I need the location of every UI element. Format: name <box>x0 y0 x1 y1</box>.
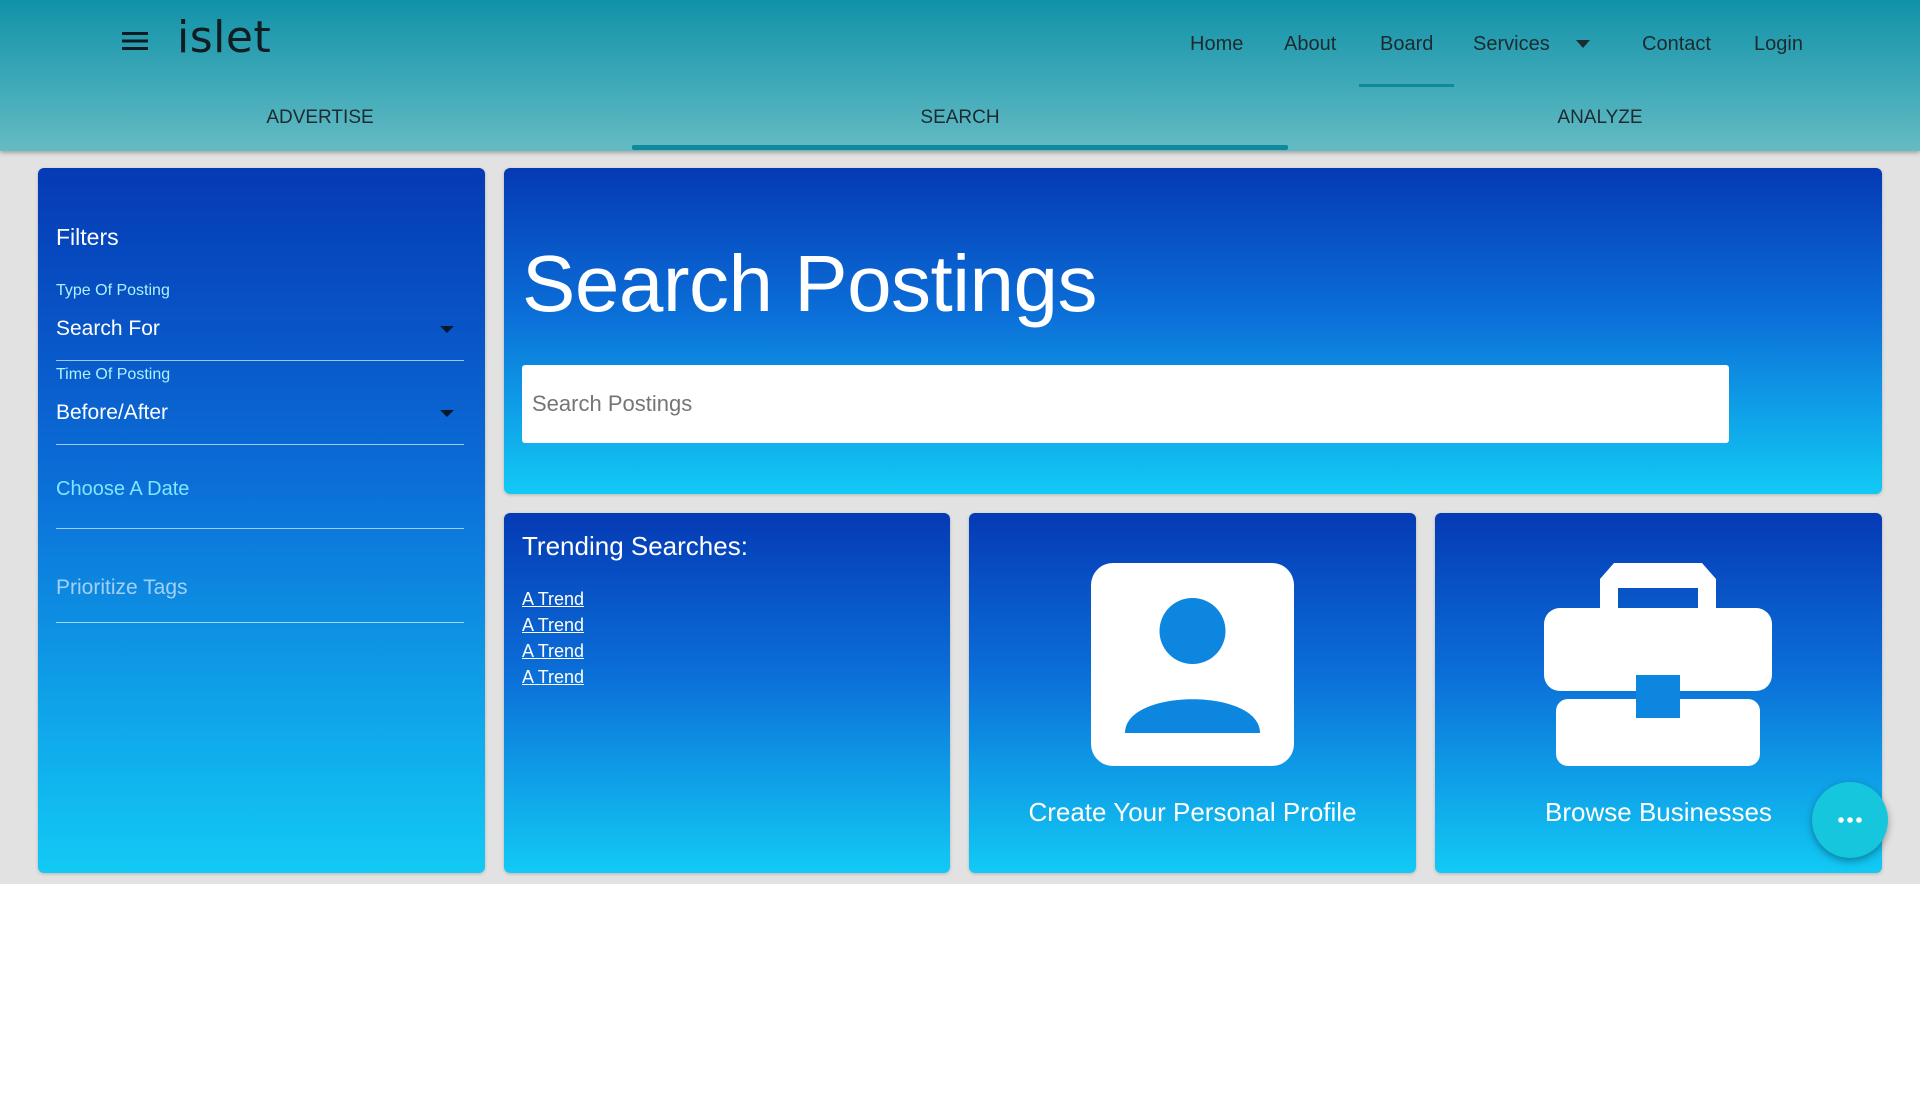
prioritize-tags-field[interactable]: Prioritize Tags <box>56 576 464 616</box>
more-horizontal-icon[interactable] <box>1812 782 1888 858</box>
create-profile-card[interactable]: Create Your Personal Profile <box>969 513 1416 873</box>
main-content: Filters Type Of Posting Search For Time … <box>0 151 1920 884</box>
nav-contact[interactable]: Contact <box>1642 0 1711 88</box>
account-box-icon <box>1091 563 1294 766</box>
create-profile-label: Create Your Personal Profile <box>1028 797 1357 827</box>
type-of-posting-label: Type Of Posting <box>56 282 170 299</box>
nav-board[interactable]: Board <box>1380 0 1433 88</box>
filters-panel: Filters Type Of Posting Search For Time … <box>38 168 485 873</box>
type-dropdown-icon <box>440 326 454 333</box>
brand-logo[interactable]: islet <box>177 12 271 63</box>
trending-searches-card: Trending Searches: A Trend A Trend A Tre… <box>504 513 950 873</box>
time-underline <box>56 444 464 445</box>
trending-title: Trending Searches: <box>522 531 748 561</box>
search-postings-input[interactable] <box>522 365 1729 443</box>
trending-list: A Trend A Trend A Trend A Trend <box>522 586 584 690</box>
filters-title: Filters <box>56 224 119 250</box>
time-of-posting-select[interactable]: Before/After <box>56 394 464 432</box>
tags-underline <box>56 622 464 623</box>
trending-link[interactable]: A Trend <box>522 664 584 690</box>
trending-link[interactable]: A Trend <box>522 586 584 612</box>
services-dropdown-icon[interactable] <box>1576 0 1590 88</box>
type-of-posting-value: Search For <box>56 317 160 340</box>
time-dropdown-icon <box>440 410 454 417</box>
nav-login[interactable]: Login <box>1754 0 1803 88</box>
nav-about[interactable]: About <box>1284 0 1336 88</box>
trending-link[interactable]: A Trend <box>522 638 584 664</box>
search-hero-card: Search Postings <box>504 168 1882 494</box>
tab-search[interactable]: SEARCH <box>640 90 1280 146</box>
type-of-posting-select[interactable]: Search For <box>56 310 464 348</box>
hamburger-menu-icon[interactable] <box>118 24 152 58</box>
nav-home[interactable]: Home <box>1190 0 1243 88</box>
nav-active-indicator <box>1359 84 1454 87</box>
tab-analyze[interactable]: ANALYZE <box>1280 90 1920 146</box>
tab-advertise[interactable]: ADVERTISE <box>0 90 640 146</box>
choose-date-field[interactable]: Choose A Date <box>56 478 464 518</box>
trending-link[interactable]: A Trend <box>522 612 584 638</box>
briefcase-icon <box>1544 563 1772 766</box>
date-underline <box>56 528 464 529</box>
tab-active-indicator <box>632 145 1288 150</box>
time-of-posting-label: Time Of Posting <box>56 366 171 383</box>
top-app-bar: islet Home About Board Services Contact … <box>0 0 1920 151</box>
time-of-posting-value: Before/After <box>56 401 169 424</box>
page-title: Search Postings <box>522 239 1098 328</box>
type-underline <box>56 360 464 361</box>
nav-services[interactable]: Services <box>1473 0 1550 88</box>
